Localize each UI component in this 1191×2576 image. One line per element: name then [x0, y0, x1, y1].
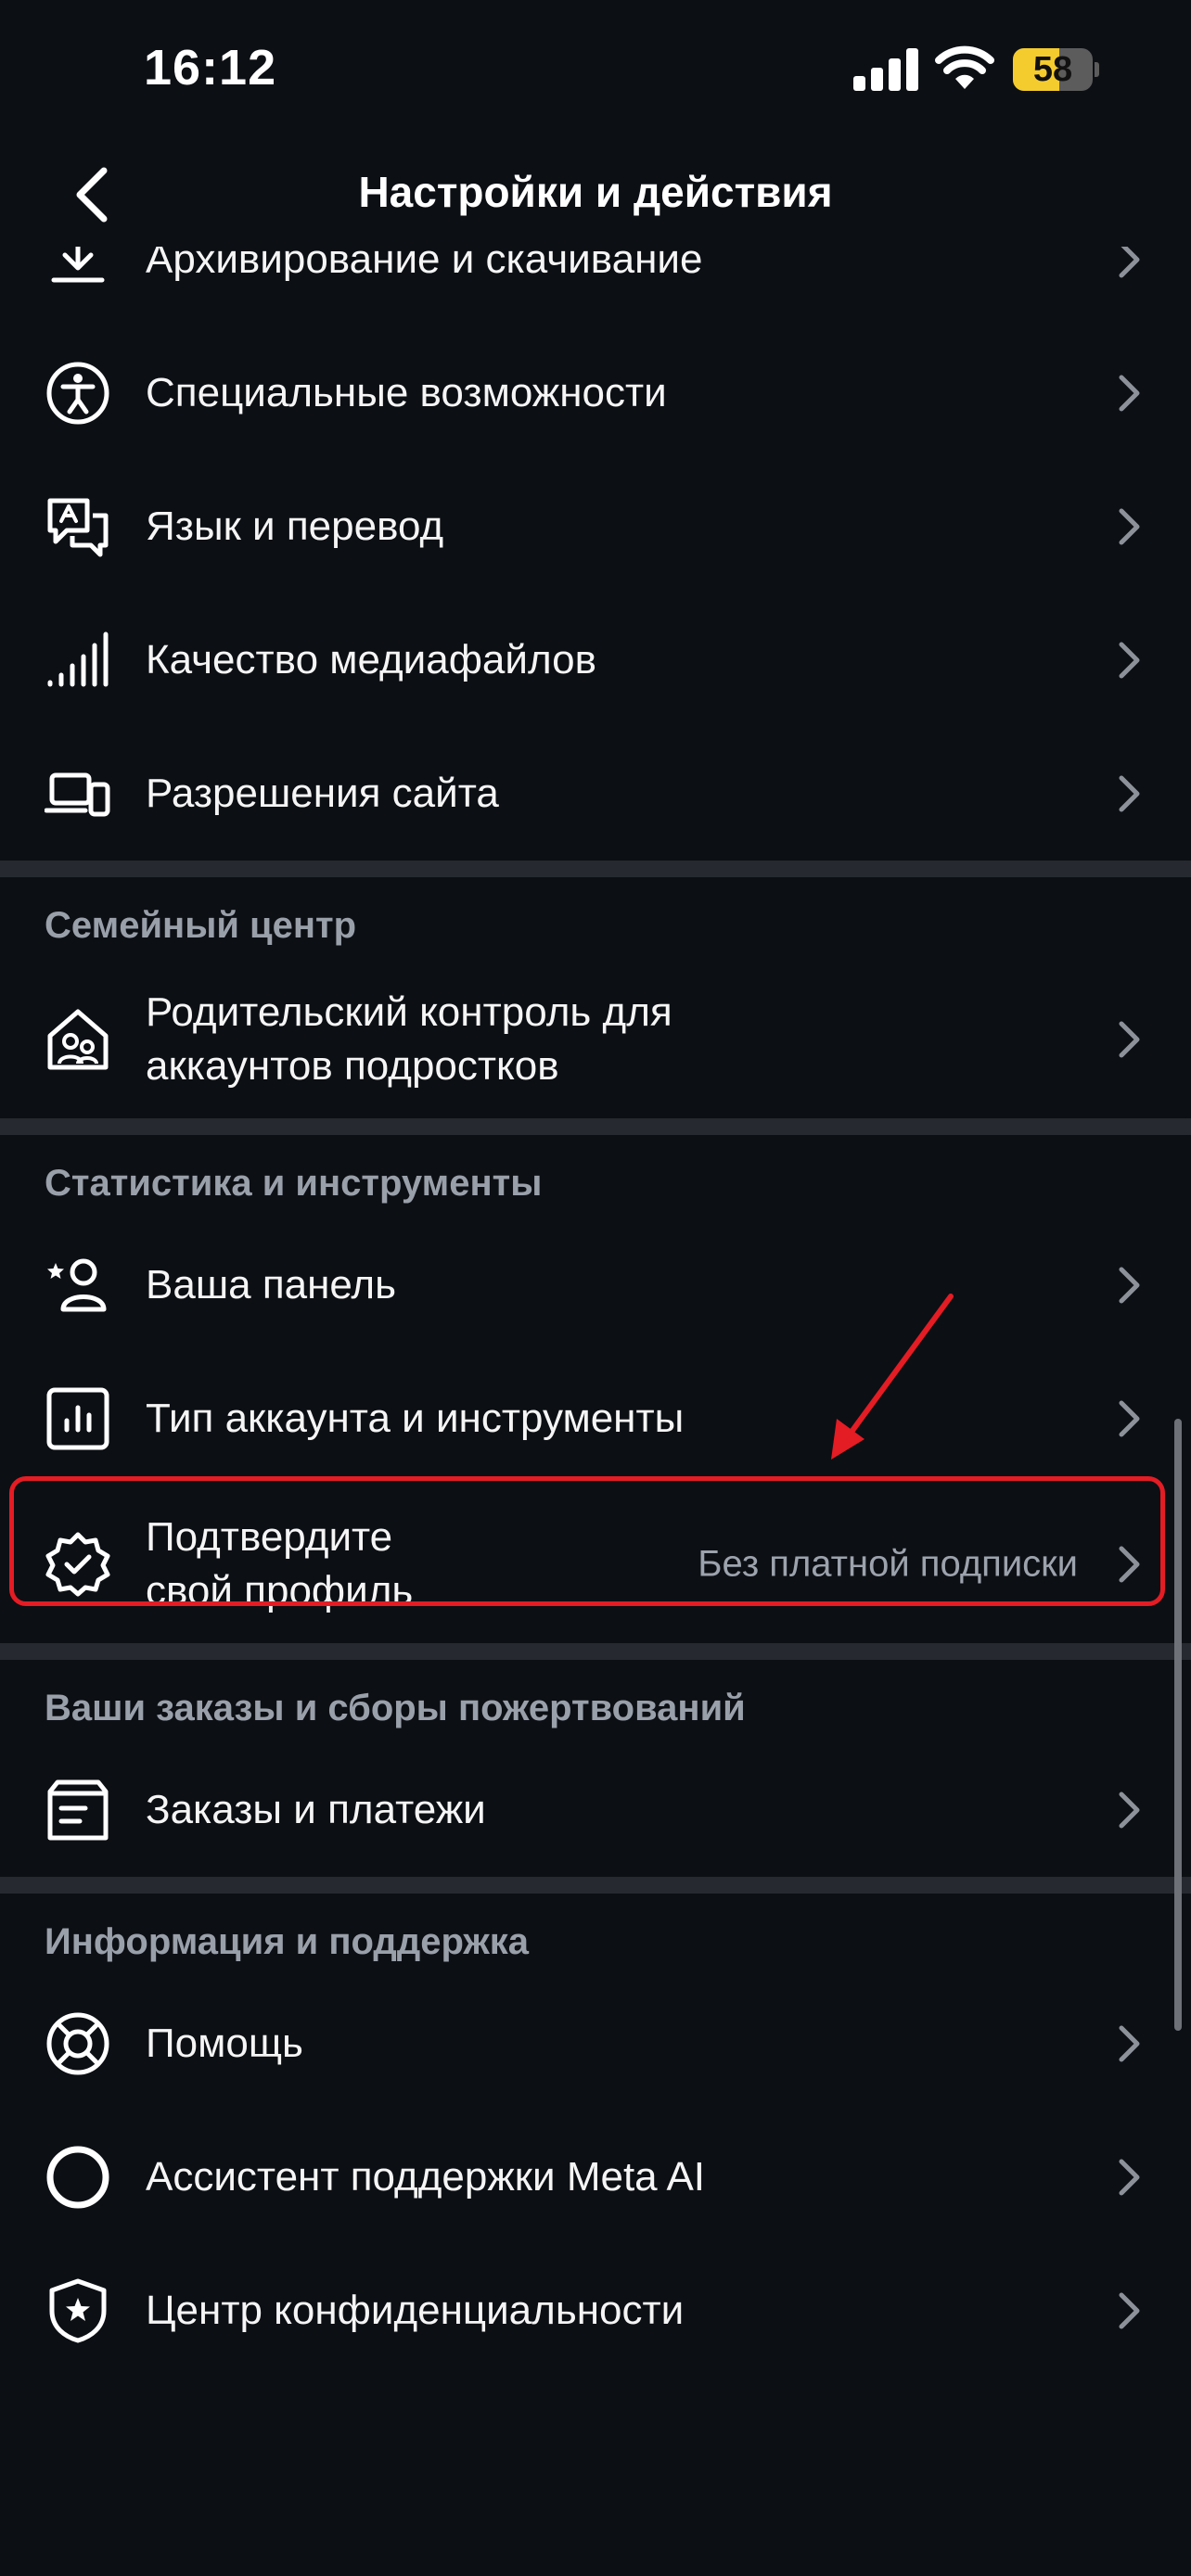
chevron-right-icon: [1119, 1792, 1140, 1829]
row-label: Центр конфиденциальности: [146, 2288, 685, 2333]
verified-badge-icon: [45, 1531, 111, 1598]
chevron-right-icon: [1119, 1267, 1140, 1304]
chevron-right-icon: [1119, 642, 1140, 679]
section-title: Ваши заказы и сборы пожертвований: [45, 1688, 746, 1728]
row-archive[interactable]: Архивирование и скачивание: [0, 247, 1191, 326]
row-label: Архивирование и скачивание: [146, 247, 703, 282]
star-person-icon: [45, 1252, 111, 1319]
row-label: Родительский контроль для аккаунтов подр…: [146, 989, 672, 1089]
settings-list[interactable]: Архивирование и скачивание Специальные в…: [0, 247, 1191, 2576]
status-time: 16:12: [144, 40, 277, 96]
battery-indicator: 58: [1013, 48, 1099, 91]
section-title: Информация и поддержка: [45, 1921, 529, 1962]
section-title: Статистика и инструменты: [45, 1163, 543, 1204]
row-label: Специальные возможности: [146, 370, 667, 415]
accessibility-icon: [45, 360, 111, 427]
row-label: Ваша панель: [146, 1262, 397, 1307]
chevron-right-icon: [1119, 375, 1140, 412]
row-parental-control[interactable]: Родительский контроль для аккаунтов подр…: [0, 961, 1191, 1118]
chart-icon: [45, 1385, 111, 1452]
row-orders[interactable]: Заказы и платежи: [0, 1743, 1191, 1877]
chevron-right-icon: [1119, 2292, 1140, 2329]
chevron-right-icon: [1119, 508, 1140, 545]
subscription-status: Без платной подписки: [698, 1543, 1078, 1585]
row-meta-ai[interactable]: Ассистент поддержки Meta AI: [0, 2111, 1191, 2244]
row-label: Помощь: [146, 2021, 303, 2066]
signal-bars-icon: [45, 627, 111, 694]
row-site-permissions[interactable]: Разрешения сайта: [0, 727, 1191, 861]
arrow-annotation-icon: [831, 1294, 954, 1460]
battery-percent: 58: [1032, 50, 1073, 89]
row-label: Качество медиафайлов: [146, 637, 596, 682]
row-account-type[interactable]: Тип аккаунта и инструменты: [0, 1352, 1191, 1486]
devices-icon: [44, 760, 111, 827]
row-label: Разрешения сайта: [146, 771, 499, 816]
lifebuoy-icon: [45, 2010, 111, 2077]
row-language[interactable]: Язык и перевод: [0, 460, 1191, 593]
page-title: Настройки и действия: [358, 168, 833, 216]
section-header-family: Семейный центр: [0, 877, 1191, 961]
row-dashboard[interactable]: Ваша панель: [0, 1218, 1191, 1352]
chevron-right-icon: [1119, 2159, 1140, 2196]
section-title: Семейный центр: [45, 905, 357, 946]
section-header-orders: Ваши заказы и сборы пожертвований: [0, 1660, 1191, 1743]
family-home-icon: [45, 1006, 111, 1073]
chevron-right-icon: [1119, 1400, 1140, 1437]
shield-icon: [45, 2277, 111, 2344]
translate-icon: [45, 493, 111, 560]
row-help[interactable]: Помощь: [0, 1977, 1191, 2111]
section-header-info: Информация и поддержка: [0, 1894, 1191, 1977]
row-label: Заказы и платежи: [146, 1787, 486, 1832]
chevron-right-icon: [1119, 775, 1140, 812]
download-icon: [45, 247, 111, 293]
row-accessibility[interactable]: Специальные возможности: [0, 326, 1191, 460]
scrollbar[interactable]: [1174, 1419, 1182, 2031]
row-label: Тип аккаунта и инструменты: [146, 1396, 685, 1441]
row-verify-profile[interactable]: Подтвердите свой профиль Без платной под…: [0, 1486, 1191, 1643]
chevron-right-icon: [1119, 1021, 1140, 1058]
status-bar: 16:12 58: [0, 0, 1191, 139]
row-label: Язык и перевод: [146, 504, 444, 549]
section-divider: [0, 1643, 1191, 1660]
circle-icon: [45, 2144, 111, 2211]
chevron-right-icon: [1119, 1546, 1140, 1583]
chevron-right-icon: [1119, 247, 1140, 278]
row-label: Ассистент поддержки Meta AI: [146, 2154, 706, 2200]
chevron-right-icon: [1119, 2025, 1140, 2062]
section-divider: [0, 1877, 1191, 1894]
section-divider: [0, 1118, 1191, 1135]
receipt-box-icon: [45, 1777, 111, 1843]
cellular-signal-icon: [853, 48, 918, 91]
nav-bar: Настройки и действия: [0, 139, 1191, 247]
section-header-stats: Статистика и инструменты: [0, 1135, 1191, 1218]
section-divider: [0, 861, 1191, 877]
wifi-icon: [935, 45, 994, 89]
row-media-quality[interactable]: Качество медиафайлов: [0, 593, 1191, 727]
row-privacy-center[interactable]: Центр конфиденциальности: [0, 2244, 1191, 2378]
row-label: Подтвердите свой профиль: [146, 1514, 414, 1613]
